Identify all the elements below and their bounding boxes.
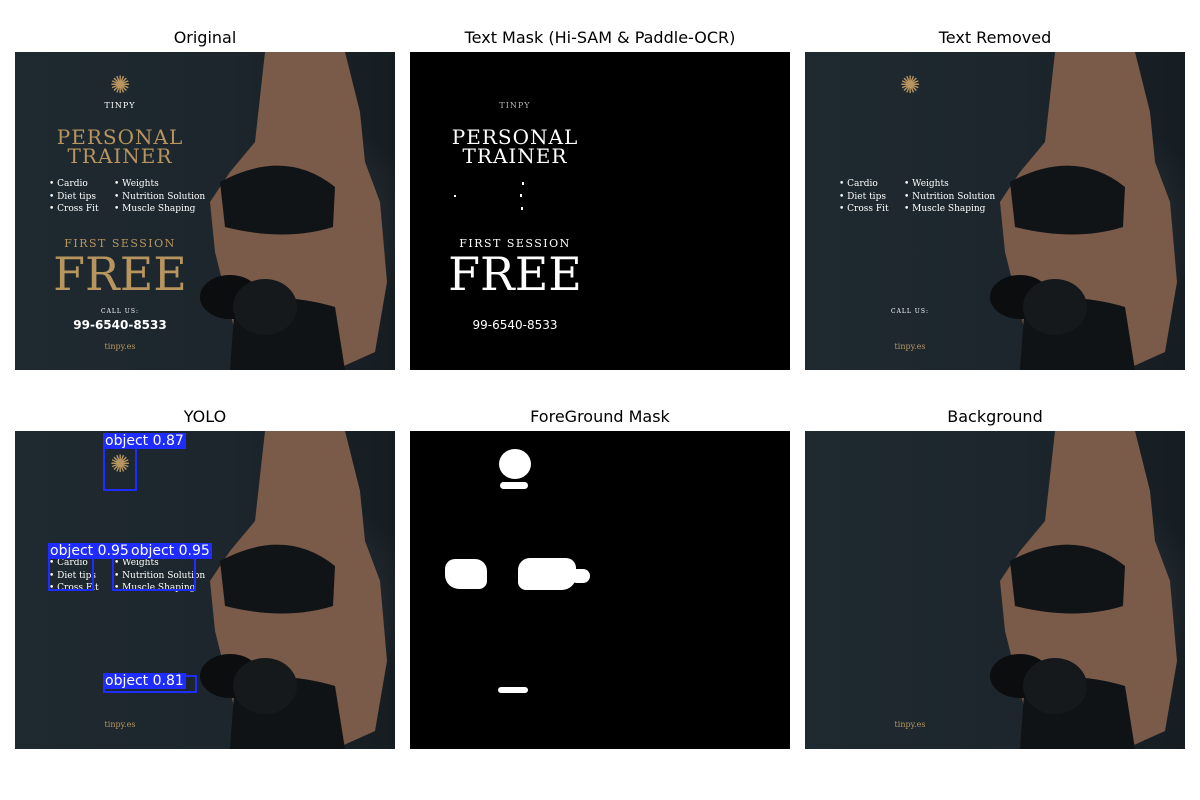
mask-blob-brand bbox=[500, 482, 528, 489]
panel-title-background: Background bbox=[947, 407, 1043, 426]
detection-label-list-right: object 0.95 bbox=[129, 543, 212, 559]
list-item: Diet tips bbox=[839, 191, 889, 204]
mask-brand-name: TINPY bbox=[499, 101, 531, 110]
mask-blob-list-left bbox=[445, 559, 487, 589]
list-item: Weights bbox=[904, 178, 995, 191]
panel-title-text-mask: Text Mask (Hi-SAM & Paddle-OCR) bbox=[464, 28, 736, 47]
website-text: tinpy.es bbox=[104, 342, 136, 351]
list-item: Weights bbox=[114, 178, 205, 191]
original-image: ✺ TINPY PERSONAL TRAINER Cardio Diet tip… bbox=[15, 52, 395, 370]
list-item: Muscle Shaping bbox=[904, 203, 995, 216]
list-item: Nutrition Solution bbox=[904, 191, 995, 204]
website-text: tinpy.es bbox=[104, 720, 136, 729]
woman-photo-silhouette bbox=[990, 431, 1177, 749]
panel-title-text-removed: Text Removed bbox=[938, 28, 1052, 47]
mask-free-text: FREE bbox=[448, 247, 582, 301]
list-item: Nutrition Solution bbox=[114, 191, 205, 204]
list-item: Muscle Shaping bbox=[114, 203, 205, 216]
detection-box-list-left bbox=[48, 557, 94, 591]
yolo-image: ✺ Cardio Diet tips Cross Fit Weights Nut… bbox=[15, 431, 395, 749]
service-list-left: Cardio Diet tips Cross Fit bbox=[49, 178, 99, 216]
mask-blob-logo bbox=[499, 449, 531, 479]
list-item: Cardio bbox=[49, 178, 99, 191]
text-mask-image: TINPY PERSONAL TRAINER FIRST SESSION FRE… bbox=[410, 52, 790, 370]
mask-blob-list-right bbox=[518, 558, 576, 590]
heading-trainer: TRAINER bbox=[67, 144, 173, 168]
text-removed-image: ✺ Cardio Diet tips Cross Fit Weights Nut… bbox=[805, 52, 1185, 370]
brand-name: TINPY bbox=[104, 101, 136, 110]
service-list-left: Cardio Diet tips Cross Fit bbox=[839, 178, 889, 216]
website-text: tinpy.es bbox=[894, 720, 926, 729]
call-us-label: CALL US: bbox=[101, 308, 139, 315]
panel-title-yolo: YOLO bbox=[183, 407, 227, 426]
free-text: FREE bbox=[53, 247, 187, 301]
service-list-right: Weights Nutrition Solution Muscle Shapin… bbox=[904, 178, 995, 216]
detection-box-logo bbox=[103, 447, 137, 491]
website-text: tinpy.es bbox=[894, 342, 926, 351]
tinpy-logo-icon: ✺ bbox=[899, 71, 921, 99]
mask-speck bbox=[521, 207, 523, 210]
list-item: Cross Fit bbox=[839, 203, 888, 216]
mask-speck bbox=[522, 182, 524, 185]
service-list-right: Weights Nutrition Solution Muscle Shapin… bbox=[114, 178, 205, 216]
panel-title-foreground-mask: ForeGround Mask bbox=[530, 407, 670, 426]
mask-speck bbox=[520, 194, 522, 197]
mask-blob-list-right bbox=[570, 569, 590, 583]
detection-label-logo: object 0.87 bbox=[103, 433, 186, 449]
list-item: Diet tips bbox=[49, 191, 99, 204]
foreground-mask-image bbox=[410, 431, 790, 749]
background-image: tinpy.es bbox=[805, 431, 1185, 749]
list-item: Cardio bbox=[839, 178, 889, 191]
phone-number: 99-6540-8533 bbox=[73, 318, 167, 332]
list-item: Cross Fit bbox=[49, 203, 98, 216]
mask-blob-call-us bbox=[498, 687, 528, 693]
detection-box-list-right bbox=[112, 557, 196, 591]
tinpy-logo-icon: ✺ bbox=[109, 71, 131, 99]
panel-title-original: Original bbox=[173, 28, 237, 47]
call-us-label: CALL US: bbox=[891, 308, 929, 315]
detection-label-call-us: object 0.81 bbox=[103, 673, 186, 689]
mask-heading-trainer: TRAINER bbox=[462, 144, 568, 168]
mask-phone-number: 99-6540-8533 bbox=[472, 318, 558, 332]
mask-speck bbox=[454, 195, 456, 197]
